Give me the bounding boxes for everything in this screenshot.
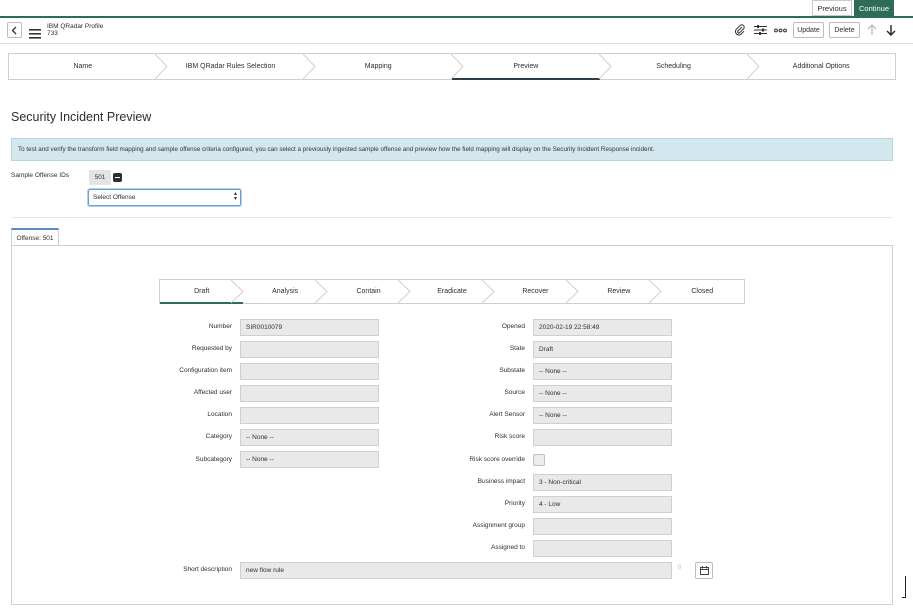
assigned-to-label: Assigned to xyxy=(491,544,525,551)
location-field[interactable] xyxy=(240,407,379,424)
number-field[interactable]: SIR0010079 xyxy=(240,319,379,336)
assigned-to-field[interactable] xyxy=(533,540,672,557)
wizard-steps: Name IBM QRadar Rules Selection Mapping … xyxy=(8,53,896,80)
stage-analysis: Analysis xyxy=(243,280,326,303)
calendar-icon xyxy=(699,566,709,575)
configuration-item-label: Configuration item xyxy=(179,367,232,374)
wizard-step-label: Name xyxy=(73,63,93,70)
opened-field[interactable]: 2020-02-19 22:58:49 xyxy=(533,319,672,336)
resize-handle[interactable] xyxy=(902,576,906,598)
offense-select-value: Select Offense xyxy=(93,194,136,201)
tab-offense[interactable]: Offense: 501 xyxy=(11,228,59,246)
business-impact-label: Business impact xyxy=(477,478,525,485)
stage-recover: Recover xyxy=(494,280,577,303)
stage-label: Eradicate xyxy=(437,288,467,295)
subcategory-select[interactable]: -- None -- xyxy=(240,451,379,468)
arrow-down-icon[interactable] xyxy=(884,23,898,37)
short-description-field[interactable]: new flow rule xyxy=(240,562,672,579)
stage-draft: Draft xyxy=(160,280,244,304)
wizard-step-mapping[interactable]: Mapping xyxy=(304,54,452,79)
record-number: 733 xyxy=(47,30,58,37)
business-impact-select[interactable]: 3 - Non-critical xyxy=(533,474,672,491)
calendar-button[interactable] xyxy=(695,562,713,579)
back-button[interactable] xyxy=(7,22,22,38)
stage-contain: Contain xyxy=(327,280,410,303)
affected-user-label: Affected user xyxy=(193,389,232,396)
wizard-step-label: IBM QRadar Rules Selection xyxy=(185,63,276,70)
wizard-step-name[interactable]: Name xyxy=(9,54,157,79)
short-description-label: Short description xyxy=(183,566,232,573)
stage-label: Contain xyxy=(356,288,381,295)
state-flow: Draft Analysis Contain Eradicate Recover… xyxy=(159,279,745,304)
alert-sensor-select[interactable]: -- None -- xyxy=(533,407,672,424)
tab-label: Offense: 501 xyxy=(16,234,54,242)
state-select[interactable]: Draft xyxy=(533,341,672,358)
wizard-step-label: Scheduling xyxy=(656,63,691,70)
stage-closed: Closed xyxy=(661,280,744,303)
category-label: Category xyxy=(205,433,232,440)
continue-button[interactable]: Continue xyxy=(854,0,894,16)
sample-offense-chip: 501 xyxy=(89,170,111,185)
stage-label: Draft xyxy=(194,288,210,295)
substate-label: Substate xyxy=(499,367,525,374)
alert-sensor-label: Alert Sensor xyxy=(489,411,525,418)
stage-eradicate: Eradicate xyxy=(410,280,493,303)
wizard-step-label: Additional Options xyxy=(792,63,850,70)
record-title: IBM QRadar Profile xyxy=(47,23,104,30)
wizard-step-label: Preview xyxy=(513,63,539,70)
assignment-group-field[interactable] xyxy=(533,518,672,535)
wizard-step-preview[interactable]: Preview xyxy=(452,54,600,80)
substate-select[interactable]: -- None -- xyxy=(533,363,672,380)
requested-by-label: Requested by xyxy=(191,345,232,352)
source-select[interactable]: -- None -- xyxy=(533,385,672,402)
previous-button[interactable]: Previous xyxy=(812,0,852,16)
header-title: IBM QRadar Profile 733 xyxy=(47,23,103,37)
stage-label: Review xyxy=(607,288,631,295)
priority-field[interactable]: 4 - Low xyxy=(533,496,672,513)
risk-score-override-label: Risk score override xyxy=(469,456,525,463)
more-options-icon[interactable] xyxy=(773,23,787,37)
select-arrows-icon: ▴ ▾ xyxy=(233,191,237,202)
requested-by-field[interactable] xyxy=(240,341,379,358)
page-title: Security Incident Preview xyxy=(11,110,152,124)
wizard-step-additional-options[interactable]: Additional Options xyxy=(747,54,895,79)
subcategory-label: Subcategory xyxy=(195,456,233,463)
arrow-up-icon[interactable] xyxy=(865,23,879,37)
info-message: To test and verify the transform field m… xyxy=(11,138,893,161)
stage-review: Review xyxy=(577,280,660,303)
wizard-step-label: Mapping xyxy=(364,63,392,70)
risk-score-override-checkbox[interactable] xyxy=(533,454,545,466)
risk-score-label: Risk score xyxy=(494,433,525,440)
paperclip-icon[interactable] xyxy=(733,23,747,37)
number-label: Number xyxy=(208,323,232,330)
stage-label: Recover xyxy=(522,288,549,295)
opened-label: Opened xyxy=(501,323,525,330)
affected-user-field[interactable] xyxy=(240,385,379,402)
stage-label: Closed xyxy=(691,288,714,295)
chevron-left-icon xyxy=(11,26,17,34)
location-label: Location xyxy=(207,411,232,418)
remove-icon[interactable] xyxy=(113,173,122,182)
short-description-count: 0 xyxy=(678,565,682,571)
stage-label: Analysis xyxy=(272,288,299,295)
assignment-group-label: Assignment group xyxy=(472,522,525,529)
divider xyxy=(11,217,893,218)
risk-score-field[interactable] xyxy=(533,429,672,446)
delete-button[interactable]: Delete xyxy=(829,22,860,38)
wizard-step-scheduling[interactable]: Scheduling xyxy=(600,54,748,79)
wizard-step-rules-selection[interactable]: IBM QRadar Rules Selection xyxy=(157,54,305,79)
hamburger-menu-icon[interactable] xyxy=(29,26,41,44)
update-button[interactable]: Update xyxy=(793,22,824,38)
source-label: Source xyxy=(504,389,525,396)
form-header: IBM QRadar Profile 733 Update Delete xyxy=(0,18,913,44)
configuration-item-field[interactable] xyxy=(240,363,379,380)
state-label: State xyxy=(509,345,525,352)
category-select[interactable]: -- None -- xyxy=(240,429,379,446)
offense-select[interactable]: Select Offense ▴ ▾ xyxy=(88,189,241,206)
sample-offense-label: Sample Offense IDs xyxy=(11,172,70,179)
priority-label: Priority xyxy=(504,500,525,507)
sliders-icon[interactable] xyxy=(753,23,767,37)
